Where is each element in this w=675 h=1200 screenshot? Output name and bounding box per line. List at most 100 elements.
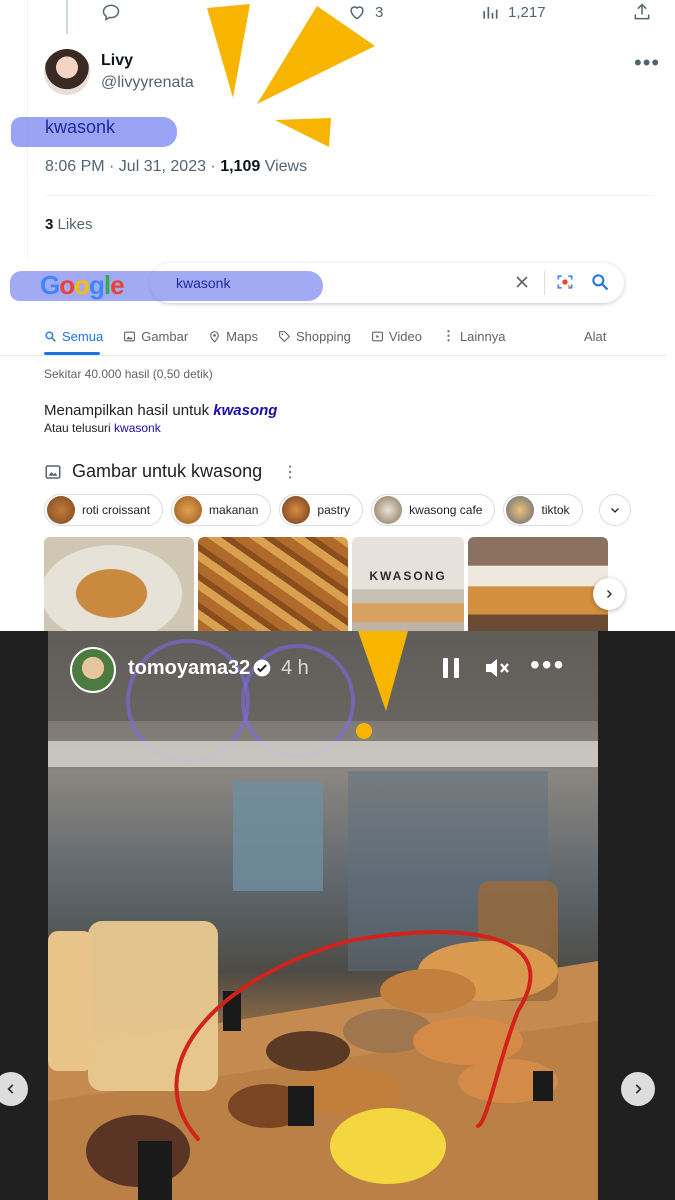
tab-shopping[interactable]: Shopping (278, 328, 351, 344)
divider (0, 355, 667, 356)
close-icon[interactable] (512, 272, 532, 292)
google-logo[interactable]: Google (40, 270, 125, 301)
story-next-button[interactable] (621, 1072, 655, 1106)
images-next-button[interactable] (593, 578, 625, 610)
more-vert-icon[interactable]: ⋮ (282, 462, 298, 482)
bakery-illustration (48, 631, 598, 1200)
chip-label: pastry (317, 503, 351, 517)
tools-button[interactable]: Alat (584, 329, 606, 344)
chip-thumbnail (47, 496, 75, 524)
chip-thumbnail (282, 496, 311, 524)
chip-makanan[interactable]: makanan (171, 494, 272, 526)
divider (45, 195, 655, 196)
reply-icon (102, 4, 120, 21)
chip-label: kwasong cafe (409, 503, 483, 517)
correction-prefix: Menampilkan hasil untuk (44, 402, 214, 419)
logo-letter: o (59, 270, 75, 300)
search-input[interactable]: kwasonk (176, 275, 230, 291)
related-chips: roti croissant makanan pastry kwasong ca… (44, 494, 631, 526)
original-term-link[interactable]: kwasonk (114, 421, 161, 435)
image-result[interactable] (468, 537, 608, 631)
chip-thumbnail (506, 496, 535, 524)
tweet-meta: 8:06 PM · Jul 31, 2023 · 1,109 Views (45, 158, 307, 176)
chip-thumbnail (374, 496, 403, 524)
play-icon (372, 331, 383, 341)
tab-semua[interactable]: Semua (44, 328, 103, 344)
spelling-correction: Menampilkan hasil untuk kwasong (44, 402, 277, 419)
thread-line (66, 0, 68, 34)
story-avatar[interactable] (70, 647, 116, 693)
corrected-term-link[interactable]: kwasong (213, 402, 277, 419)
story-photo (48, 631, 598, 1200)
tab-maps[interactable]: Maps (208, 328, 258, 344)
images-heading: Gambar untuk kwasong (72, 461, 263, 481)
images-section-header: Gambar untuk kwasong ⋮ (44, 461, 298, 482)
search-tabs: Semua Gambar Maps Shopping Video ⋮ Lainn… (44, 328, 505, 344)
tab-gambar[interactable]: Gambar (123, 328, 188, 344)
search-icon[interactable] (590, 272, 610, 292)
chip-pastry[interactable]: pastry (279, 494, 364, 526)
burst-doodle (207, 4, 375, 147)
tab-label: Lainnya (459, 328, 506, 344)
map-pin-icon (210, 330, 220, 343)
chevron-right-icon (635, 1084, 642, 1094)
story-time: 4 h (281, 657, 309, 679)
author-handle[interactable]: @livyyrenata (101, 74, 194, 92)
image-icon (45, 464, 61, 479)
logo-letter: o (74, 270, 90, 300)
chip-label: roti croissant (82, 503, 151, 517)
reply-button[interactable] (101, 2, 121, 22)
author-name[interactable]: Livy (101, 52, 133, 70)
tab-label: Maps (226, 328, 258, 344)
image-result[interactable]: KWASONG (352, 537, 464, 631)
chip-thumbnail (174, 496, 203, 524)
search-icon (45, 330, 56, 342)
chips-expand-button[interactable] (598, 494, 631, 526)
chevron-right-icon (607, 590, 612, 598)
views-count: 1,217 (508, 3, 546, 21)
logo-letter: g (89, 270, 105, 300)
image-result[interactable] (44, 537, 194, 631)
tab-label: Semua (62, 328, 104, 344)
tweet-card: 3 1,217 Livy @livyyrenata ••• kwasonk 8:… (0, 0, 675, 258)
chip-roti-croissant[interactable]: roti croissant (44, 494, 164, 526)
search-separator (544, 271, 545, 295)
camera-lens-icon[interactable] (555, 272, 575, 292)
tab-lainnya[interactable]: ⋮ Lainnya (442, 328, 506, 344)
tweet-timestamp[interactable]: 8:06 PM · Jul 31, 2023 · (45, 158, 220, 175)
pause-icon[interactable] (441, 656, 461, 680)
share-button[interactable] (632, 2, 652, 22)
story-prev-button[interactable] (0, 1072, 28, 1106)
chevron-left-icon (7, 1084, 14, 1094)
kwasong-sign-text: KWASONG (369, 569, 447, 583)
bar-chart-icon (483, 7, 498, 19)
tab-label: Video (388, 328, 422, 344)
logo-letter: e (110, 270, 125, 300)
mute-icon[interactable] (484, 656, 510, 680)
tag-icon (279, 330, 291, 342)
chip-label: tiktok (541, 503, 570, 517)
image-icon (124, 331, 136, 341)
views-label: Views (260, 158, 308, 175)
tab-label: Shopping (295, 328, 351, 344)
result-stats: Sekitar 40.000 hasil (0,50 detik) (44, 367, 213, 381)
likes-link[interactable]: 3 Likes (45, 216, 93, 233)
image-result[interactable] (198, 537, 348, 631)
more-options-icon[interactable]: ••• (530, 649, 565, 681)
analytics-action[interactable]: 1,217 (480, 2, 546, 22)
search-instead: Atau telusuri kwasonk (44, 421, 161, 435)
likes-label: Likes (53, 216, 93, 233)
logo-letter: G (40, 270, 60, 300)
chip-tiktok[interactable]: tiktok (503, 494, 583, 526)
image-results: KWASONG (44, 537, 608, 631)
google-results: Google kwasonk Semua Gambar Maps Shoppin… (0, 258, 675, 631)
tab-video[interactable]: Video (371, 328, 422, 344)
author-avatar[interactable] (44, 49, 90, 95)
instead-prefix: Atau telusuri (44, 421, 115, 435)
story-username[interactable]: tomoyama32 (128, 657, 250, 680)
share-icon (634, 3, 650, 20)
chip-label: makanan (209, 503, 259, 517)
chevron-down-icon (610, 508, 619, 513)
chip-kwasong-cafe[interactable]: kwasong cafe (371, 494, 496, 526)
more-options-icon[interactable]: ••• (634, 50, 660, 76)
